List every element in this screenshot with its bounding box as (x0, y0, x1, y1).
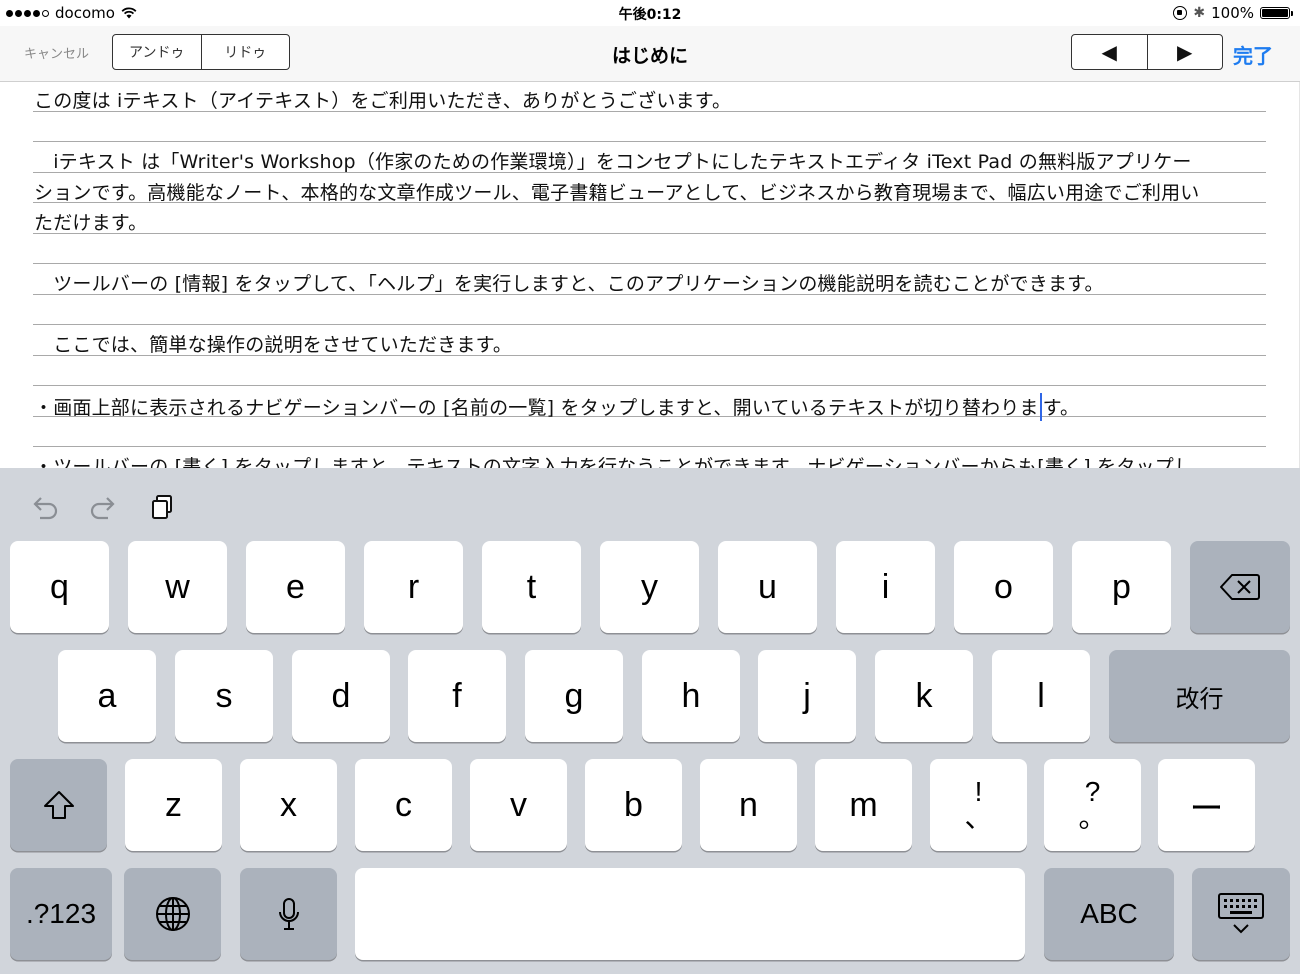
shift-key[interactable] (10, 759, 107, 851)
key-o[interactable]: o (954, 541, 1053, 633)
return-key[interactable]: 改行 (1109, 650, 1290, 742)
key-m[interactable]: m (815, 759, 912, 851)
rotation-lock-icon (1173, 6, 1188, 20)
key-f[interactable]: f (408, 650, 506, 742)
key-j[interactable]: j (758, 650, 856, 742)
status-right: ✱ 100% (1173, 4, 1293, 22)
shift-icon (43, 791, 74, 819)
text-line: この度は iテキスト（アイテキスト）をご利用いただき、ありがとうございます。 (34, 90, 732, 112)
microphone-icon (278, 898, 299, 930)
software-keyboard: q w e r t y u i o p a s d f g h j k l 改行… (0, 468, 1300, 974)
text-before-caret: ・画面上部に表示されるナビゲーションバーの [名前の一覧] をタップしますと、開… (34, 397, 1039, 419)
hide-keyboard-key[interactable] (1192, 868, 1290, 960)
redo-icon[interactable] (86, 490, 120, 524)
undo-button[interactable]: アンドゥ (113, 35, 201, 69)
prev-next-segment: ◀ ▶ (1071, 34, 1223, 70)
key-i[interactable]: i (836, 541, 935, 633)
key-b[interactable]: b (585, 759, 682, 851)
text-editor[interactable]: この度は iテキスト（アイテキスト）をご利用いただき、ありがとうございます。 i… (0, 82, 1300, 468)
text-line: ここでは、簡単な操作の説明をさせていただきます。 (34, 334, 513, 356)
delete-key[interactable] (1190, 541, 1290, 633)
paste-icon[interactable] (145, 490, 179, 524)
key-long-dash[interactable]: ー (1158, 759, 1255, 851)
key-z[interactable]: z (125, 759, 222, 851)
key-c[interactable]: c (355, 759, 452, 851)
key-g[interactable]: g (525, 650, 623, 742)
key-x[interactable]: x (240, 759, 337, 851)
navigation-bar: キャンセル アンドゥ リドゥ はじめに ◀ ▶ 完了 (0, 26, 1300, 82)
backspace-icon (1220, 574, 1260, 600)
undo-icon[interactable] (28, 490, 62, 524)
bluetooth-icon: ✱ (1193, 5, 1206, 21)
ruled-line (33, 141, 1266, 142)
globe-icon (155, 897, 190, 931)
ruled-line (33, 385, 1266, 386)
battery-icon (1260, 7, 1293, 19)
space-bar[interactable] (355, 868, 1025, 960)
key-d[interactable]: d (292, 650, 390, 742)
keyboard-dismiss-icon (1218, 893, 1264, 934)
status-bar: docomo 午後0:12 ✱ 100% (0, 0, 1300, 26)
key-question-period[interactable]: ? 。 (1044, 759, 1141, 851)
next-button[interactable]: ▶ (1146, 35, 1223, 69)
key-y[interactable]: y (600, 541, 699, 633)
done-button[interactable]: 完了 (1233, 40, 1273, 69)
key-h[interactable]: h (642, 650, 740, 742)
numbers-key[interactable]: .?123 (10, 868, 112, 960)
key-v[interactable]: v (470, 759, 567, 851)
text-line: ・ツールバーの [書く] をタップしますと、テキストの文字入力を行なうことができ… (34, 456, 1194, 468)
key-t[interactable]: t (482, 541, 581, 633)
key-label-comma: 、 (964, 802, 993, 833)
text-cursor (1039, 393, 1042, 421)
key-s[interactable]: s (175, 650, 273, 742)
previous-button[interactable]: ◀ (1072, 35, 1147, 69)
redo-button[interactable]: リドゥ (200, 35, 290, 69)
key-q[interactable]: q (10, 541, 109, 633)
key-a[interactable]: a (58, 650, 156, 742)
key-p[interactable]: p (1072, 541, 1171, 633)
key-k[interactable]: k (875, 650, 973, 742)
ruled-line (33, 446, 1266, 447)
text-line: iテキスト は「Writer's Workshop（作家のための作業環境）」をコ… (34, 151, 1192, 173)
globe-key[interactable] (124, 868, 221, 960)
ruled-line (33, 263, 1266, 264)
key-w[interactable]: w (128, 541, 227, 633)
dictation-key[interactable] (240, 868, 337, 960)
text-after-caret: す。 (1042, 397, 1080, 419)
abc-key[interactable]: ABC (1044, 868, 1174, 960)
text-line-with-caret: ・画面上部に表示されるナビゲーションバーの [名前の一覧] をタップしますと、開… (34, 393, 1274, 421)
undo-redo-segment: アンドゥ リドゥ (112, 34, 290, 70)
key-r[interactable]: r (364, 541, 463, 633)
cancel-button[interactable]: キャンセル (24, 43, 89, 62)
ruled-line (33, 324, 1266, 325)
key-l[interactable]: l (992, 650, 1090, 742)
text-line: ションです。高機能なノート、本格的な文章作成ツール、電子書籍ビューアとして、ビジ… (34, 182, 1200, 204)
key-e[interactable]: e (246, 541, 345, 633)
key-n[interactable]: n (700, 759, 797, 851)
status-time: 午後0:12 (618, 7, 682, 23)
battery-percent: 100% (1211, 4, 1254, 22)
key-exclamation-comma[interactable]: ! 、 (930, 759, 1027, 851)
text-line: ツールバーの [情報] をタップして、「ヘルプ」を実行しますと、このアプリケーシ… (34, 273, 1104, 295)
key-u[interactable]: u (718, 541, 817, 633)
text-line: ただけます。 (34, 212, 148, 234)
key-label-period: 。 (1078, 802, 1107, 833)
